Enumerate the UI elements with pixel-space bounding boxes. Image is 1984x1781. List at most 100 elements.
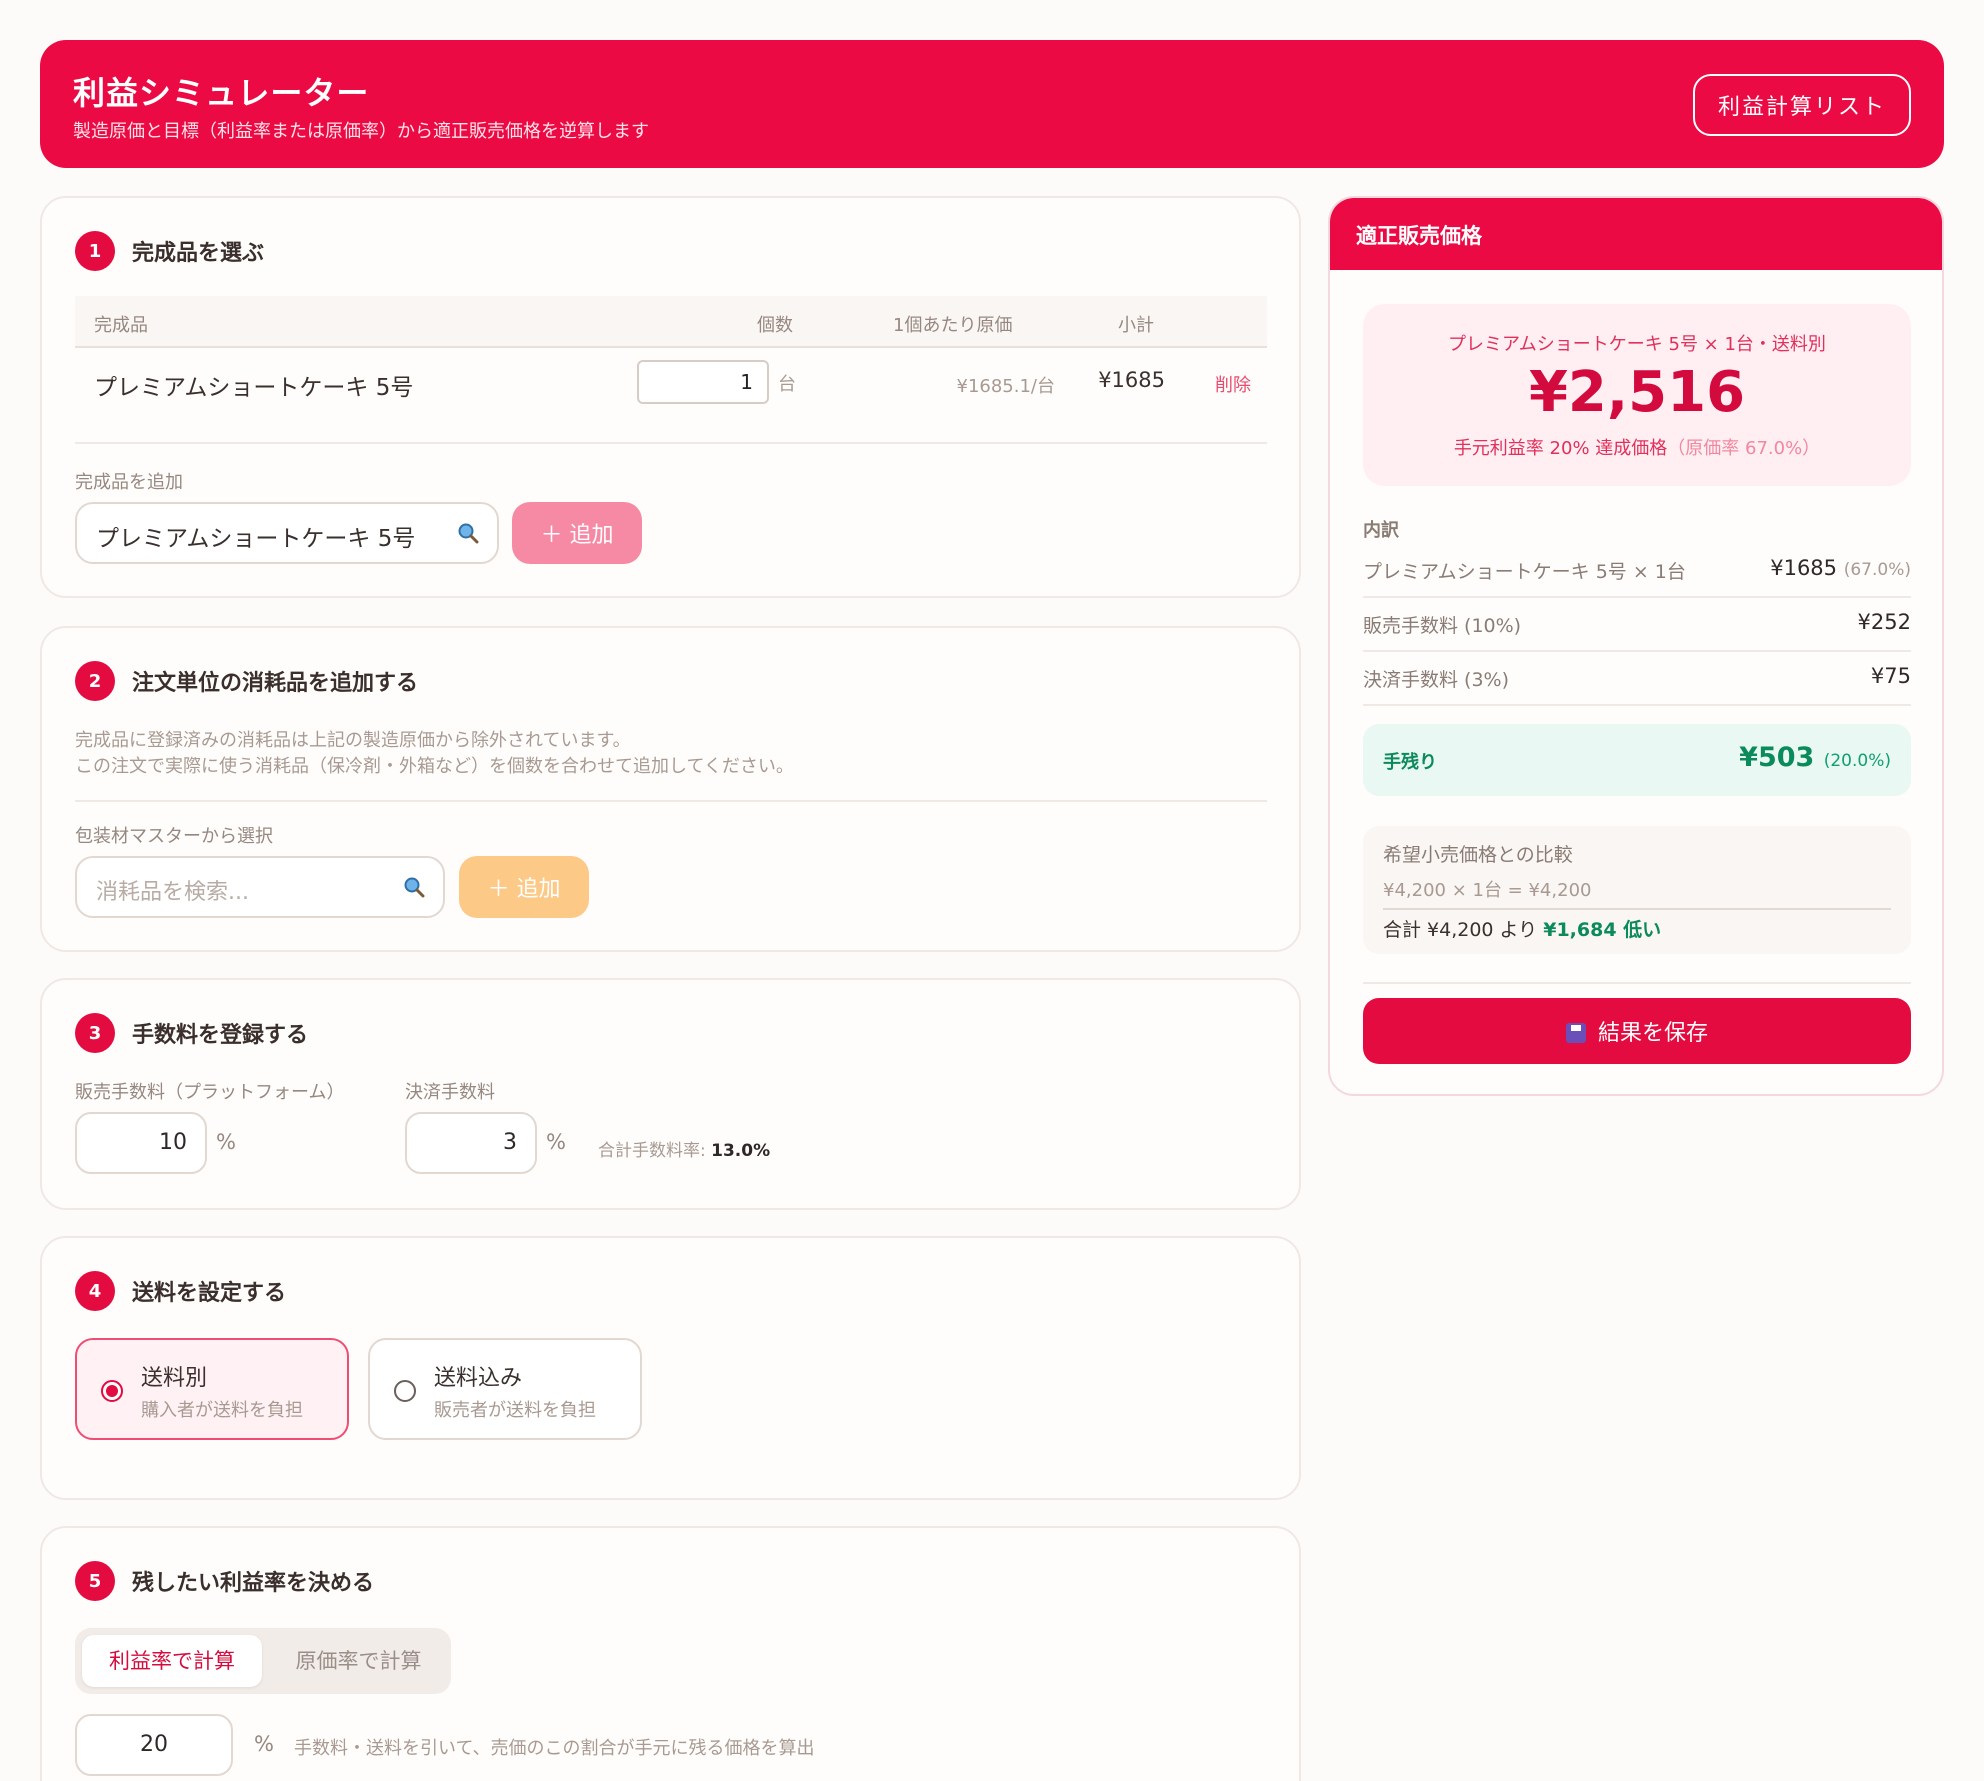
sales-fee-input[interactable]: 10: [75, 1112, 207, 1174]
price-note: 手元利益率 20% 達成価格（原価率 67.0%）: [1363, 434, 1911, 460]
tab-profit-rate[interactable]: 利益率で計算: [82, 1635, 262, 1687]
step3-card: 3 手数料を登録する 販売手数料（プラットフォーム） 10 % 決済手数料 3 …: [40, 978, 1301, 1210]
msrp-comparison: 希望小売価格との比較 ¥4,200 × 1台 = ¥4,200 合計 ¥4,20…: [1363, 826, 1911, 954]
suggested-price: ¥2,516: [1528, 360, 1746, 425]
radio-selected-icon[interactable]: [101, 1380, 123, 1402]
remaining-label: 手残り: [1383, 752, 1437, 773]
remaining-pct: (20.0%): [1823, 751, 1891, 771]
payment-fee-pct: %: [546, 1130, 566, 1154]
step2-desc-line1: 完成品に登録済みの消耗品は上記の製造原価から除外されています。: [75, 730, 631, 751]
compare-diff: ¥1,684 低い: [1543, 919, 1662, 941]
compare-divider: [1383, 908, 1891, 910]
breakdown-row: 決済手数料 (3%) ¥75: [1363, 652, 1911, 706]
step5-card: 5 残したい利益率を決める 利益率で計算 原価率で計算 20 % 手数料・送料を…: [40, 1526, 1301, 1781]
step1-card: 1 完成品を選ぶ 完成品 個数 1個あたり原価 小計 プレミアムショートケーキ …: [40, 196, 1301, 598]
result-panel-header: 適正販売価格: [1330, 198, 1942, 270]
calc-mode-toggle: 利益率で計算 原価率で計算: [75, 1628, 451, 1694]
step4-title: 送料を設定する: [132, 1281, 287, 1306]
breakdown-value: ¥75: [1870, 664, 1911, 688]
packaging-select-label: 包装材マスターから選択: [75, 826, 273, 847]
product-table-header: 完成品 個数 1個あたり原価 小計: [75, 296, 1267, 348]
step5-header: 5 残したい利益率を決める: [75, 1561, 374, 1601]
total-fee-rate: 合計手数料率: 13.0%: [598, 1136, 770, 1161]
search-icon: [458, 523, 479, 544]
breakdown-row: 販売手数料 (10%) ¥252: [1363, 598, 1911, 652]
compare-title: 希望小売価格との比較: [1383, 844, 1573, 866]
step2-card: 2 注文単位の消耗品を追加する 完成品に登録済みの消耗品は上記の製造原価から除外…: [40, 626, 1301, 952]
breakdown-value: ¥252: [1857, 610, 1911, 634]
col-unit-cost: 1個あたり原価: [893, 315, 1013, 336]
save-result-label: 結果を保存: [1597, 1021, 1708, 1046]
subtotal: ¥1685: [1098, 368, 1165, 392]
shipping-separate-sub: 購入者が送料を負担: [141, 1400, 303, 1421]
target-profit-pct: %: [254, 1732, 274, 1756]
target-profit-hint: 手数料・送料を引いて、売価のこの割合が手元に残る価格を算出: [294, 1738, 815, 1759]
breakdown-key: プレミアムショートケーキ 5号 × 1台: [1363, 561, 1686, 583]
breakdown-label: 内訳: [1363, 520, 1399, 541]
step4-card: 4 送料を設定する 送料別 購入者が送料を負担 送料込み 販売者が送料を負担: [40, 1236, 1301, 1500]
delete-link[interactable]: 削除: [1215, 371, 1251, 397]
step5-title: 残したい利益率を決める: [132, 1571, 375, 1596]
save-result-button[interactable]: 結果を保存: [1363, 998, 1911, 1064]
add-product-button[interactable]: ＋ 追加: [512, 502, 642, 564]
remaining-profit: 手残り ¥503 (20.0%): [1363, 724, 1911, 796]
floppy-disk-icon: [1565, 1023, 1586, 1043]
step4-number: 4: [75, 1271, 115, 1311]
product-search-value: プレミアムショートケーキ 5号: [96, 526, 416, 552]
shipping-included-title: 送料込み: [434, 1366, 523, 1391]
add-product-label: 完成品を追加: [75, 472, 183, 493]
breakdown-value: ¥1685 (67.0%): [1770, 556, 1911, 580]
quantity-unit: 台: [778, 374, 796, 395]
step3-header: 3 手数料を登録する: [75, 1013, 308, 1053]
compare-sum: 合計 ¥4,200 より ¥1,684 低い: [1383, 919, 1662, 941]
step2-desc-line2: この注文で実際に使う消耗品（保冷剤・外箱など）を個数を合わせて追加してください。: [75, 756, 794, 777]
remaining-value: ¥503 (20.0%): [1739, 742, 1891, 773]
step4-header: 4 送料を設定する: [75, 1271, 286, 1311]
step3-number: 3: [75, 1013, 115, 1053]
compare-calc: ¥4,200 × 1台 = ¥4,200: [1383, 880, 1592, 901]
page-title: 利益シミュレーター: [73, 74, 370, 112]
step3-title: 手数料を登録する: [132, 1023, 309, 1048]
step1-header: 1 完成品を選ぶ: [75, 231, 264, 271]
product-name: プレミアムショートケーキ 5号: [94, 375, 414, 401]
step2-header: 2 注文単位の消耗品を追加する: [75, 661, 418, 701]
total-fee-label: 合計手数料率:: [598, 1141, 706, 1161]
app-header: 利益シミュレーター 製造原価と目標（利益率または原価率）から適正販売価格を逆算し…: [40, 40, 1944, 168]
product-search-input[interactable]: プレミアムショートケーキ 5号: [75, 502, 499, 564]
quantity-input[interactable]: [637, 360, 769, 404]
col-subtotal: 小計: [1118, 315, 1154, 336]
breakdown-key: 販売手数料 (10%): [1363, 615, 1522, 637]
panel-divider: [1363, 982, 1911, 984]
profit-list-button[interactable]: 利益計算リスト: [1693, 74, 1911, 136]
breakdown-pct: (67.0%): [1843, 560, 1911, 580]
price-caption: プレミアムショートケーキ 5号 × 1台・送料別: [1448, 334, 1826, 355]
target-profit-input[interactable]: 20: [75, 1714, 233, 1776]
col-product: 完成品: [94, 315, 148, 336]
shipping-included-option[interactable]: 送料込み 販売者が送料を負担: [368, 1338, 642, 1440]
sales-fee-pct: %: [216, 1130, 236, 1154]
total-fee-value: 13.0%: [711, 1141, 771, 1161]
step2-title: 注文単位の消耗品を追加する: [132, 671, 419, 696]
breakdown-row: プレミアムショートケーキ 5号 × 1台 ¥1685 (67.0%): [1363, 544, 1911, 598]
breakdown-key: 決済手数料 (3%): [1363, 669, 1510, 691]
shipping-separate-title: 送料別: [141, 1366, 208, 1391]
price-note-main: 手元利益率 20% 達成価格: [1453, 438, 1668, 459]
price-note-sub: （原価率 67.0%）: [1667, 438, 1821, 459]
consumable-search-input[interactable]: 消耗品を検索...: [75, 856, 445, 918]
shipping-included-sub: 販売者が送料を負担: [434, 1400, 596, 1421]
step2-number: 2: [75, 661, 115, 701]
page-subtitle: 製造原価と目標（利益率または原価率）から適正販売価格を逆算します: [73, 121, 649, 142]
step1-number: 1: [75, 231, 115, 271]
step1-title: 完成品を選ぶ: [132, 241, 265, 266]
tab-cost-rate[interactable]: 原価率で計算: [271, 1635, 446, 1687]
result-panel-title: 適正販売価格: [1356, 224, 1482, 248]
table-row: プレミアムショートケーキ 5号 台 ¥1685.1/台 ¥1685 削除: [75, 348, 1267, 444]
step5-number: 5: [75, 1561, 115, 1601]
unit-cost: ¥1685.1/台: [956, 376, 1056, 397]
shipping-separate-option[interactable]: 送料別 購入者が送料を負担: [75, 1338, 349, 1440]
step2-divider: [75, 800, 1267, 802]
sales-fee-label: 販売手数料（プラットフォーム）: [75, 1082, 345, 1103]
payment-fee-input[interactable]: 3: [405, 1112, 537, 1174]
add-consumable-button[interactable]: ＋ 追加: [459, 856, 589, 918]
radio-unselected-icon[interactable]: [394, 1380, 416, 1402]
